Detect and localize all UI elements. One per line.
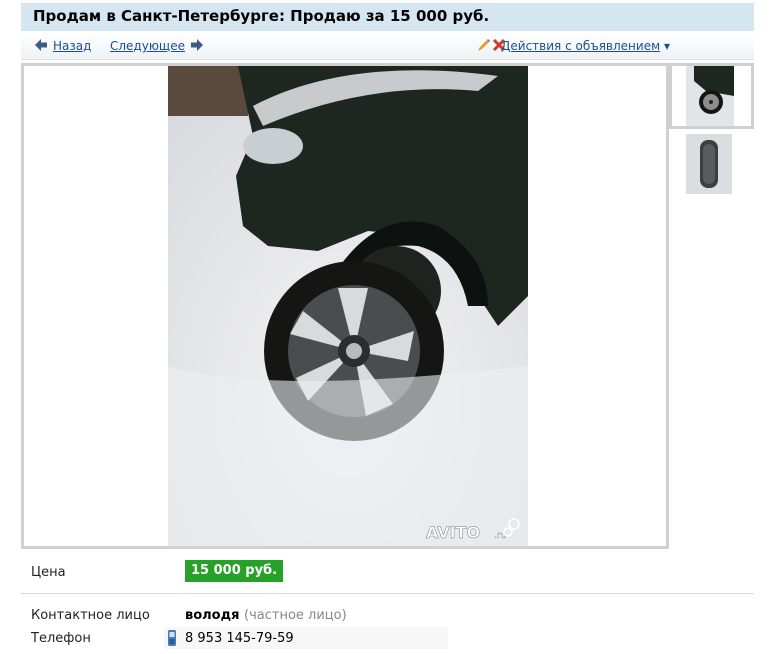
ad-actions-menu[interactable]: Действия с объявлением ▾ — [501, 39, 670, 53]
car-wheel-thumb-icon — [686, 66, 734, 126]
car-wheel-photo: AVITO .ru — [168, 66, 528, 546]
contact-label: Контактное лицо — [31, 608, 150, 623]
thumbnail-2[interactable] — [686, 134, 732, 194]
contact-name: володя — [185, 608, 240, 623]
next-arrow-icon[interactable] — [190, 38, 204, 52]
phone-icon — [168, 630, 176, 646]
main-photo[interactable]: AVITO .ru — [168, 66, 528, 546]
phone-number[interactable]: 8 953 145-79-59 — [185, 631, 294, 646]
ad-title: Продам в Санкт-Петербурге: Продаю за 15 … — [33, 7, 490, 25]
ad-actions-label: Действия с объявлением — [501, 39, 661, 53]
details-divider — [21, 593, 754, 594]
contact-type: (частное лицо) — [244, 608, 347, 623]
back-arrow-icon[interactable] — [34, 38, 48, 52]
price-badge: 15 000 руб. — [185, 560, 284, 582]
phone-label: Телефон — [31, 631, 91, 646]
ad-navigation-bar: Назад Следующее Действия с объявлением ▾ — [21, 33, 754, 60]
tire-thumb-icon — [686, 134, 732, 194]
next-link[interactable]: Следующее — [110, 39, 185, 53]
chevron-down-icon: ▾ — [663, 39, 670, 53]
price-label: Цена — [31, 565, 66, 580]
avito-watermark: AVITO — [426, 523, 480, 542]
back-link[interactable]: Назад — [53, 39, 91, 53]
ad-title-bar: Продам в Санкт-Петербурге: Продаю за 15 … — [21, 3, 754, 31]
thumbnail-1-frame[interactable] — [669, 63, 754, 129]
thumbnail-1[interactable] — [686, 66, 734, 126]
main-photo-frame: AVITO .ru — [21, 63, 669, 549]
